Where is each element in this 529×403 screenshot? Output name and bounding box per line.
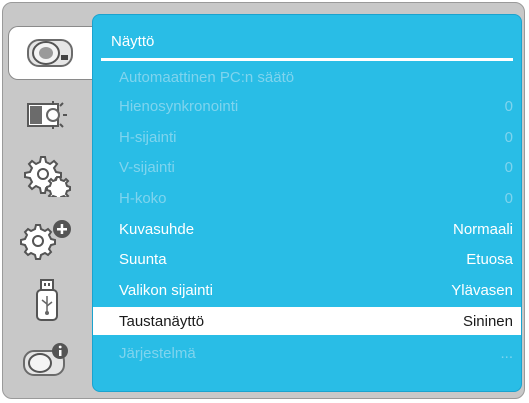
display-brightness-icon (25, 98, 69, 132)
menu-row-menu-position[interactable]: Valikon sijainti Ylävasen (93, 276, 521, 304)
menu-row-v-position[interactable]: V-sijainti 0 (93, 153, 521, 181)
menu-row-value: 0 (504, 97, 513, 115)
menu-row-value: 0 (504, 189, 513, 207)
menu-row-label: Järjestelmä (119, 344, 196, 362)
menu-row-value: Normaali (452, 220, 513, 238)
sidebar-item-settings[interactable] (8, 148, 86, 202)
menu-row-h-position[interactable]: H-sijainti 0 (93, 123, 521, 151)
sidebar-item-image[interactable] (8, 26, 92, 80)
sidebar-item-advanced[interactable] (8, 212, 86, 266)
menu-row-value: 0 (504, 158, 513, 176)
title-divider (101, 58, 513, 61)
sidebar-item-display[interactable] (8, 88, 86, 142)
menu-row-h-size[interactable]: H-koko 0 (93, 184, 521, 212)
menu-row-background-display[interactable]: Taustanäyttö Sininen (93, 307, 521, 335)
menu-row-label: H-sijainti (119, 128, 177, 146)
menu-row-label: Valikon sijainti (119, 281, 213, 299)
menu-row-aspect-ratio[interactable]: Kuvasuhde Normaali (93, 215, 521, 243)
menu-row-value: 0 (504, 128, 513, 146)
menu-row-label: Suunta (119, 250, 167, 268)
menu-row-label: H-koko (119, 189, 167, 207)
menu-panel: Näyttö Automaattinen PC:n säätö Hienosyn… (92, 14, 522, 392)
menu-row-system[interactable]: Järjestelmä ... (93, 339, 521, 367)
menu-row-label: Kuvasuhde (119, 220, 195, 238)
menu-row-label: Taustanäyttö (119, 312, 205, 330)
menu-row-label: V-sijainti (119, 158, 175, 176)
usb-drive-icon (32, 278, 62, 324)
menu-row-orientation[interactable]: Suunta Etuosa (93, 245, 521, 273)
image-camera-icon (24, 36, 78, 70)
menu-title: Näyttö (111, 33, 155, 50)
gear-plus-icon (20, 217, 74, 261)
gear-icon (23, 153, 71, 197)
menu-row-fine-sync[interactable]: Hienosynkronointi 0 (93, 92, 521, 120)
menu-row-auto-pc-adjust[interactable]: Automaattinen PC:n säätö (93, 63, 521, 91)
menu-row-label: Hienosynkronointi (119, 97, 239, 115)
info-system-icon (20, 341, 74, 381)
sidebar-item-usb[interactable] (8, 274, 86, 328)
menu-row-value: Etuosa (466, 250, 513, 268)
menu-row-value: Sininen (462, 312, 513, 330)
menu-row-value: ... (500, 344, 513, 362)
menu-row-label: Automaattinen PC:n säätö (119, 68, 295, 86)
menu-row-value: Ylävasen (451, 281, 513, 299)
sidebar-item-info[interactable] (8, 334, 86, 388)
sidebar (8, 12, 92, 388)
